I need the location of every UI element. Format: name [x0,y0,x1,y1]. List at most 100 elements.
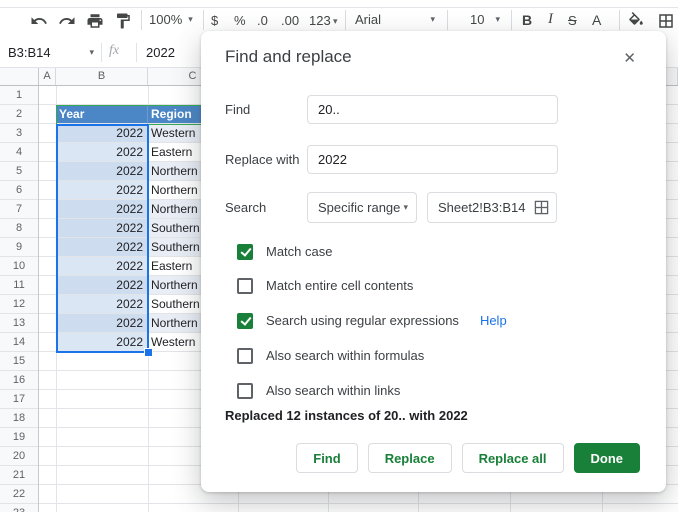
italic-button[interactable]: I [548,11,553,28]
print-icon[interactable] [86,12,104,30]
cell-B4[interactable]: 2022 [56,143,148,162]
row-header-7[interactable]: 7 [0,200,38,219]
toolbar-separator [345,10,346,30]
help-link[interactable]: Help [480,313,507,328]
search-label: Search [225,200,307,215]
column-header-B[interactable]: B [56,68,148,85]
match-entire-cell-checkbox[interactable] [237,278,253,294]
dialog-title: Find and replace [225,47,352,67]
row-header-12[interactable]: 12 [0,295,38,314]
name-box[interactable]: B3:B14 ▾ [8,38,94,67]
cell-B7[interactable]: 2022 [56,200,148,219]
search-range-box[interactable]: Sheet2!B3:B14 [427,192,557,223]
fx-icon: fx [109,43,119,59]
formula-input[interactable]: 2022 [146,45,175,60]
cell-B12[interactable]: 2022 [56,295,148,314]
cell-B2[interactable]: Year [56,105,148,124]
chevron-down-icon: ▾ [403,203,408,212]
replace-all-button[interactable]: Replace all [462,443,564,473]
row-header-20[interactable]: 20 [0,447,38,466]
font-size-select[interactable]: 10 ▾ [470,12,500,27]
fill-color-icon[interactable] [627,12,645,30]
dialog-buttons: Find Replace Replace all Done [296,443,640,473]
toolbar-separator [203,10,204,30]
row-header-23[interactable]: 23 [0,504,38,512]
font-family-select[interactable]: Arial ▾ [355,12,435,27]
decrease-decimal-button[interactable]: .0 [257,13,268,28]
close-icon[interactable]: ✕ [623,49,636,67]
row-header-11[interactable]: 11 [0,276,38,295]
cell-B9[interactable]: 2022 [56,238,148,257]
checkbox-row-regular-expressions[interactable]: Search using regular expressions Help [237,312,507,329]
cell-B11[interactable]: 2022 [56,276,148,295]
cell-B10[interactable]: 2022 [56,257,148,276]
strikethrough-button[interactable]: S [568,13,577,28]
toolbar-separator [447,10,448,30]
row-header-3[interactable]: 3 [0,124,38,143]
replace-with-input[interactable] [307,145,558,174]
row-header-16[interactable]: 16 [0,371,38,390]
checkbox-row-match-entire-cell[interactable]: Match entire cell contents [237,277,413,294]
row-header-15[interactable]: 15 [0,352,38,371]
match-case-checkbox[interactable] [237,244,253,260]
row-header-4[interactable]: 4 [0,143,38,162]
checkbox-row-match-case[interactable]: Match case [237,243,332,260]
row-header-5[interactable]: 5 [0,162,38,181]
search-scope-select[interactable]: Specific range ▾ [307,192,417,223]
toolbar-separator [511,10,512,30]
find-input[interactable] [307,95,558,124]
row-header-14[interactable]: 14 [0,333,38,352]
cell-B14[interactable]: 2022 [56,333,148,352]
checkbox-label: Match entire cell contents [266,278,413,293]
row-header-6[interactable]: 6 [0,181,38,200]
row-header-9[interactable]: 9 [0,238,38,257]
borders-icon[interactable] [657,12,675,30]
cell-B5[interactable]: 2022 [56,162,148,181]
paint-format-icon[interactable] [114,12,132,30]
format-percent-button[interactable]: % [234,13,246,28]
row-header-21[interactable]: 21 [0,466,38,485]
cell-B8[interactable]: 2022 [56,219,148,238]
find-replace-dialog: Find and replace ✕ Find Replace with Sea… [201,31,666,492]
replace-button[interactable]: Replace [368,443,452,473]
formula-bar-separator [136,43,137,62]
toolbar-separator [619,10,620,30]
checkbox-row-search-links[interactable]: Also search within links [237,382,400,399]
font-family-value: Arial [355,12,381,27]
row-header-1[interactable]: 1 [0,86,38,105]
column-header-A[interactable]: A [39,68,56,85]
row-header-8[interactable]: 8 [0,219,38,238]
checkbox-label: Search using regular expressions [266,313,459,328]
number-format-button[interactable]: 123 [309,13,331,28]
search-formulas-checkbox[interactable] [237,348,253,364]
undo-icon[interactable] [30,12,48,30]
replace-with-label: Replace with [225,152,307,167]
row-header-19[interactable]: 19 [0,428,38,447]
select-all-corner[interactable] [0,68,39,85]
row-header-17[interactable]: 17 [0,390,38,409]
row-header-10[interactable]: 10 [0,257,38,276]
selection-fill-handle[interactable] [144,348,153,357]
text-color-button[interactable]: A [592,12,601,28]
cell-B3[interactable]: 2022 [56,124,148,143]
regex-checkbox[interactable] [237,313,253,329]
row-header-13[interactable]: 13 [0,314,38,333]
zoom-control[interactable]: 100% ▾ [149,12,193,27]
increase-decimal-button[interactable]: .00 [281,13,299,28]
format-currency-button[interactable]: $ [211,13,218,28]
done-button[interactable]: Done [574,443,641,473]
checkbox-row-search-formulas[interactable]: Also search within formulas [237,347,424,364]
row-header-2[interactable]: 2 [0,105,38,124]
bold-button[interactable]: B [522,12,532,28]
row-header-18[interactable]: 18 [0,409,38,428]
chevron-down-icon: ▾ [333,17,338,26]
select-data-range-icon[interactable] [534,200,549,215]
redo-icon[interactable] [58,12,76,30]
cell-B6[interactable]: 2022 [56,181,148,200]
row-header-22[interactable]: 22 [0,485,38,504]
search-links-checkbox[interactable] [237,383,253,399]
toolbar-divider-line [0,7,678,8]
cell-B13[interactable]: 2022 [56,314,148,333]
search-range-value: Sheet2!B3:B14 [438,200,525,215]
find-button[interactable]: Find [296,443,357,473]
